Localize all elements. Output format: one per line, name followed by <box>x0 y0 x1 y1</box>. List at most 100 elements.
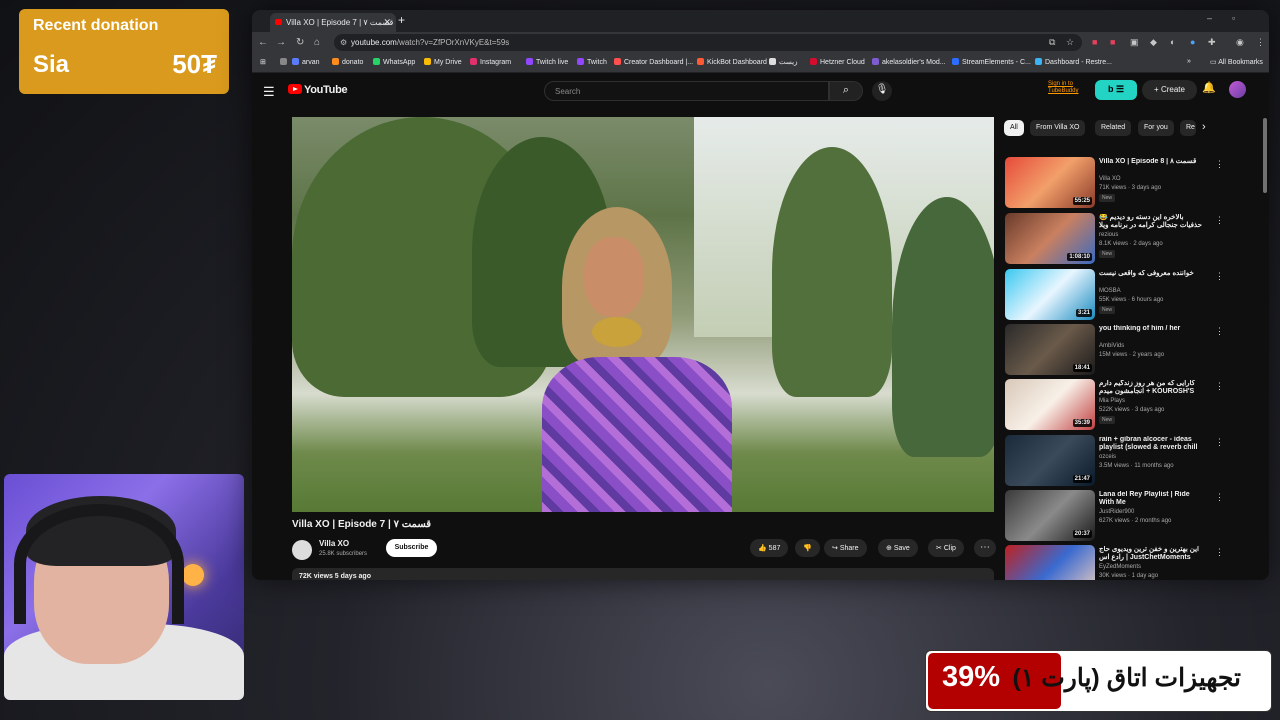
channel-avatar[interactable] <box>292 540 312 560</box>
bookmark-item[interactable] <box>280 58 290 66</box>
extension-icon[interactable]: ■ <box>1092 37 1097 47</box>
recommended-video[interactable]: 1:08:10 بالاخره این دسته رو دیدیم 😂 حذفیا… <box>1005 213 1245 265</box>
home-icon[interactable]: ⌂ <box>314 37 320 48</box>
video-thumbnail[interactable]: 1:08:10 <box>1005 213 1095 264</box>
more-icon[interactable]: ⋮ <box>1215 215 1224 226</box>
extension-icon[interactable]: ◐ <box>1170 37 1175 47</box>
recommended-channel[interactable]: MOSBA <box>1099 288 1121 294</box>
recommended-video[interactable]: 18:41 you thinking of him / her AmbiVids 15… <box>1005 324 1245 376</box>
recommended-channel[interactable]: JustRider900 <box>1099 509 1134 515</box>
extension-icon[interactable]: ◆ <box>1150 37 1157 48</box>
search-input[interactable]: Search <box>544 81 829 101</box>
recommended-video[interactable]: 20:37 Lana del Rey Playlist | Ride With M… <box>1005 490 1245 542</box>
search-icon[interactable]: ⌕ <box>829 81 863 101</box>
all-bookmarks[interactable]: ▭ All Bookmarks <box>1210 58 1263 66</box>
more-icon[interactable]: ⋮ <box>1215 159 1224 170</box>
mic-icon[interactable]: 🎙 <box>872 81 892 101</box>
recommended-video-title[interactable]: خواننده معروفی که واقعی نیست <box>1099 270 1204 278</box>
channel-name[interactable]: Villa XO <box>319 539 349 548</box>
more-icon[interactable]: ⋮ <box>1215 492 1224 503</box>
video-thumbnail[interactable]: 21:47 <box>1005 435 1095 486</box>
extensions-puzzle-icon[interactable]: ✚ <box>1208 37 1216 48</box>
avatar[interactable] <box>1229 81 1246 98</box>
tubebuddy-signin-link[interactable]: Sign in to TubeBuddy <box>1048 81 1078 95</box>
bookmarks-overflow-icon[interactable]: » <box>1187 58 1191 65</box>
extension-icon[interactable]: ● <box>1190 37 1195 47</box>
new-tab-button[interactable]: + <box>398 13 405 27</box>
recommended-video-title[interactable]: کارایی که من هر روز زندگیم دارم انجامشون… <box>1099 380 1204 396</box>
recommended-video[interactable]: 3:21 خواننده معروفی که واقعی نیست MOSBA 55K… <box>1005 269 1245 321</box>
tubebuddy-button[interactable]: b ☰ <box>1095 80 1137 100</box>
more-icon[interactable]: ⋮ <box>1215 326 1224 337</box>
minimize-icon[interactable]: – <box>1207 13 1212 23</box>
chip-related[interactable]: Related <box>1095 120 1132 136</box>
youtube-logo[interactable]: YouTube <box>288 84 348 96</box>
maximize-icon[interactable]: ▫ <box>1232 13 1235 23</box>
extension-icon[interactable]: ▣ <box>1130 37 1139 48</box>
bookmark-item[interactable]: donato <box>332 58 363 66</box>
recommended-video-title[interactable]: you thinking of him / her <box>1099 325 1204 333</box>
more-icon[interactable]: ⋮ <box>1215 271 1224 282</box>
recommended-channel[interactable]: EyZedMoments <box>1099 564 1141 570</box>
create-button[interactable]: + Create <box>1142 80 1197 100</box>
more-icon[interactable]: ⋮ <box>1215 547 1224 558</box>
video-thumbnail[interactable]: 27:35 <box>1005 545 1095 580</box>
bookmark-item[interactable]: Creator Dashboard |... <box>614 58 693 66</box>
bell-icon[interactable]: 🔔 <box>1202 81 1216 94</box>
bookmark-item[interactable]: WhatsApp <box>373 58 415 66</box>
browser-menu-icon[interactable]: ⋮ <box>1256 37 1265 48</box>
description-box[interactable]: 72K views 5 days ago <box>292 568 994 580</box>
site-info-icon[interactable]: ⚙ <box>340 38 347 47</box>
bookmark-item[interactable]: Twitch live <box>526 58 568 66</box>
recommended-video-title[interactable]: این بهترین و خفن ترین ویدیوی حاج رادع اس… <box>1099 546 1204 562</box>
recommended-channel[interactable]: ozceis <box>1099 454 1116 460</box>
bookmark-item[interactable]: Instagram <box>470 58 511 66</box>
more-icon[interactable]: ⋮ <box>1215 437 1224 448</box>
browser-tab[interactable]: Villa XO | Episode 7 | قسمت ۷ ✕ <box>270 13 396 32</box>
dislike-icon[interactable]: 👎 <box>795 539 820 557</box>
recommended-video[interactable]: 27:35این بهترین و خفن ترین ویدیوی حاج را… <box>1005 545 1245 580</box>
bookmark-item[interactable]: akelasoldier's Mod... <box>872 58 946 66</box>
bookmark-item[interactable]: Twitch <box>577 58 607 66</box>
install-icon[interactable]: ⧉ <box>1049 37 1055 48</box>
subscribe-button[interactable]: Subscribe <box>386 539 437 557</box>
address-bar[interactable]: ⚙ youtube.com/watch?v=ZfPOrXnVKyE&t=59s <box>334 34 1082 51</box>
bookmark-item[interactable]: KickBot Dashboard <box>697 58 767 66</box>
reload-icon[interactable]: ↻ <box>296 37 304 48</box>
recommended-channel[interactable]: rezious <box>1099 232 1118 238</box>
video-thumbnail[interactable]: 35:39 <box>1005 379 1095 430</box>
bookmark-item[interactable]: StreamElements - C... <box>952 58 1031 66</box>
apps-icon[interactable]: ⊞ <box>260 58 266 66</box>
chip-all[interactable]: All <box>1004 120 1024 136</box>
chip-more[interactable]: Re <box>1180 120 1196 136</box>
bookmark-item[interactable]: Dashboard - Restre... <box>1035 58 1112 66</box>
more-icon[interactable]: ⋯ <box>974 539 996 557</box>
bookmark-item[interactable]: arvan <box>292 58 320 66</box>
recommended-video-title[interactable]: Villa XO | Episode 8 | قسمت ۸ <box>1099 158 1204 166</box>
back-icon[interactable]: ← <box>258 37 268 48</box>
recommended-channel[interactable]: Villa XO <box>1099 176 1121 182</box>
clip-button[interactable]: ✂ Clip <box>928 539 964 557</box>
more-icon[interactable]: ⋮ <box>1215 381 1224 392</box>
video-thumbnail[interactable]: 55:25 <box>1005 157 1095 208</box>
bookmark-item[interactable]: Hetzner Cloud <box>810 58 865 66</box>
recommended-video[interactable]: 55:25 Villa XO | Episode 8 | قسمت ۸ Villa … <box>1005 157 1245 209</box>
video-player[interactable] <box>292 117 994 512</box>
scrollbar[interactable] <box>1263 118 1267 193</box>
forward-icon[interactable]: → <box>276 37 286 48</box>
share-button[interactable]: ↪ Share <box>824 539 867 557</box>
video-thumbnail[interactable]: 18:41 <box>1005 324 1095 375</box>
recommended-video-title[interactable]: بالاخره این دسته رو دیدیم 😂 حذفیات جنجال… <box>1099 214 1204 230</box>
bookmark-item[interactable]: My Drive <box>424 58 462 66</box>
bookmark-star-icon[interactable]: ☆ <box>1066 37 1074 48</box>
chevron-right-icon[interactable]: › <box>1202 121 1206 133</box>
recommended-video-title[interactable]: Lana del Rey Playlist | Ride With Me <box>1099 491 1204 507</box>
save-button[interactable]: ⊕ Save <box>878 539 918 557</box>
bookmark-item[interactable]: زیست <box>769 58 797 66</box>
like-button[interactable]: 👍 587 <box>750 539 789 557</box>
recommended-channel[interactable]: AmbiVids <box>1099 343 1124 349</box>
recommended-video-title[interactable]: rain + gibran alcocer - ideas playlist (… <box>1099 436 1204 452</box>
profile-icon[interactable]: ◉ <box>1236 37 1244 48</box>
chip-from-villa-xo[interactable]: From Villa XO <box>1030 120 1086 136</box>
video-thumbnail[interactable]: 3:21 <box>1005 269 1095 320</box>
